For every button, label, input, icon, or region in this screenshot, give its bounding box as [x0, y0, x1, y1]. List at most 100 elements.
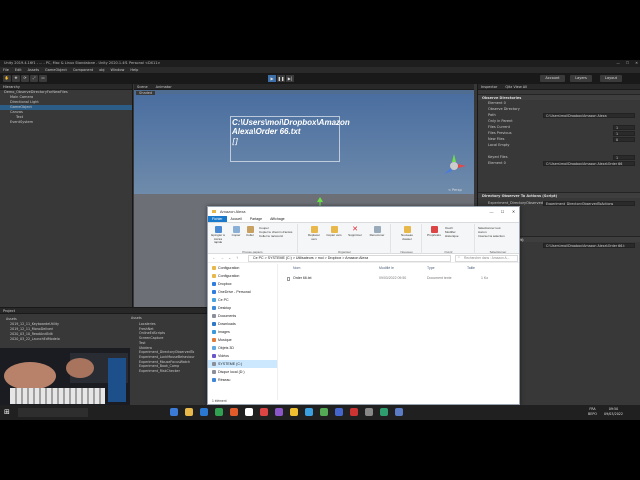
- paste-shortcut-button[interactable]: Coller le raccourci: [259, 234, 292, 238]
- invert-selection-button[interactable]: Inverser la sélection: [478, 234, 505, 238]
- nav-item[interactable]: Desktop: [208, 304, 277, 312]
- new-folder-button[interactable]: Nouveau dossier: [396, 226, 418, 241]
- search-input[interactable]: Rechercher dans : Amazon A...: [455, 255, 518, 262]
- unity-taskbar-icon[interactable]: [245, 408, 253, 416]
- copy-to-button[interactable]: Copier vers: [325, 226, 343, 238]
- nav-item[interactable]: Dropbox: [208, 280, 277, 288]
- paste-button[interactable]: Coller: [244, 226, 256, 238]
- orientation-gizmo-icon[interactable]: [442, 154, 466, 178]
- minimize-icon[interactable]: —: [486, 207, 497, 216]
- app2-taskbar-icon[interactable]: [320, 408, 328, 416]
- hand-tool-icon[interactable]: ✋: [3, 75, 11, 82]
- pin-quick-access-button[interactable]: Epingler à Accès rapide: [210, 226, 226, 245]
- nav-item[interactable]: Downloads: [208, 320, 277, 328]
- file-explorer-taskbar-icon[interactable]: [185, 408, 193, 416]
- app4-taskbar-icon[interactable]: [380, 408, 388, 416]
- history-button[interactable]: Historique: [445, 234, 459, 238]
- tab-scene[interactable]: Scene: [137, 84, 148, 90]
- inspector-field-value[interactable]: 1: [613, 124, 635, 130]
- file-row[interactable]: Order 66.txt 09/03/2022 09:50 Document t…: [283, 275, 513, 282]
- record-taskbar-icon[interactable]: [260, 408, 268, 416]
- inspector-field-value[interactable]: C:\Users\moi\Dropbox\Amazon Alexa: [543, 112, 635, 118]
- tab-qitz-view[interactable]: Qitz View All: [505, 84, 527, 90]
- app3-taskbar-icon[interactable]: [365, 408, 373, 416]
- explorer-ribbon: Epingler à Accès rapide Copier Coller Co…: [208, 222, 519, 254]
- nav-item[interactable]: Disque local (D:): [208, 368, 277, 376]
- column-header-size[interactable]: Taille: [467, 266, 475, 270]
- nav-item[interactable]: Vidéos: [208, 352, 277, 360]
- close-icon[interactable]: ✕: [635, 60, 638, 67]
- input-language[interactable]: FRA BEPO: [588, 407, 597, 416]
- minimize-icon[interactable]: —: [616, 60, 620, 67]
- column-header-type[interactable]: Type: [427, 266, 435, 270]
- pause-icon[interactable]: ❚❚: [277, 75, 285, 82]
- app5-taskbar-icon[interactable]: [395, 408, 403, 416]
- nav-item[interactable]: SYSTEME (C:): [208, 360, 277, 368]
- nav-item[interactable]: Réseau: [208, 376, 277, 384]
- nav-item[interactable]: Musique: [208, 336, 277, 344]
- discord-taskbar-icon[interactable]: [335, 408, 343, 416]
- hierarchy-item-eventsystem[interactable]: EventSystem: [0, 120, 132, 125]
- address-bar[interactable]: Ce PC > SYSTEME (C:) > Utilisateurs > mo…: [248, 255, 451, 262]
- close-icon[interactable]: ✕: [508, 207, 519, 216]
- nav-item[interactable]: Images: [208, 328, 277, 336]
- edge-taskbar-icon[interactable]: [200, 408, 208, 416]
- nav-item[interactable]: Configuration: [208, 264, 277, 272]
- inspector-component-header[interactable]: Directory Observer To Actions (Script): [478, 192, 640, 198]
- inspector-field-value[interactable]: 0: [613, 136, 635, 142]
- maximize-icon[interactable]: ☐: [497, 207, 508, 216]
- shading-mode-dropdown[interactable]: Shaded: [136, 91, 156, 95]
- inspector-field-value[interactable]: Experiment_DirectoryObservedToActions: [543, 200, 635, 206]
- step-icon[interactable]: ▶|: [286, 75, 294, 82]
- account-button[interactable]: Account: [540, 75, 565, 82]
- inspector-field-value[interactable]: 1: [613, 130, 635, 136]
- vscode-taskbar-icon[interactable]: [305, 408, 313, 416]
- forward-icon[interactable]: →: [220, 255, 224, 260]
- taskbar-search-box[interactable]: [18, 408, 88, 417]
- nav-item[interactable]: Ce PC: [208, 296, 277, 304]
- tab-inspector[interactable]: Inspector: [481, 84, 497, 90]
- firefox-taskbar-icon[interactable]: [230, 408, 238, 416]
- asset-item[interactable]: Experiment_RiskChecker: [139, 369, 195, 374]
- up-icon[interactable]: ↑: [236, 255, 238, 260]
- move-to-button[interactable]: Déplacer vers: [305, 226, 323, 241]
- asset-item[interactable]: Experiment_LockMouseBehaviour: [139, 355, 195, 360]
- persp-label[interactable]: < Persp: [448, 188, 462, 192]
- play-icon[interactable]: ▶: [268, 75, 276, 82]
- inspector-field-value[interactable]: C:\Users\moi\Dropbox\Amazon Alexa\Order …: [543, 160, 635, 166]
- maximize-icon[interactable]: ☐: [626, 60, 629, 67]
- copy-button[interactable]: Copier: [230, 226, 242, 238]
- rename-button[interactable]: Renommer: [367, 226, 387, 238]
- nav-item[interactable]: Configuration: [208, 272, 277, 280]
- rect-tool-icon[interactable]: ▭: [39, 75, 47, 82]
- folder-taskbar-icon[interactable]: [290, 408, 298, 416]
- column-header-modified[interactable]: Modifié le: [379, 266, 394, 270]
- store-taskbar-icon[interactable]: [215, 408, 223, 416]
- nav-item[interactable]: Objets 3D: [208, 344, 277, 352]
- rotate-tool-icon[interactable]: ⟳: [21, 75, 29, 82]
- back-icon[interactable]: ←: [212, 255, 216, 260]
- inspector-field-value[interactable]: C:\Users\moi\Dropbox\Amazon Alexa\Order …: [543, 242, 635, 248]
- nav-item-label: Musique: [218, 338, 232, 342]
- folder-item[interactable]: 2020_03_22_LaunchEdModelo: [6, 337, 60, 342]
- move-tool-icon[interactable]: ✥: [12, 75, 20, 82]
- nav-item-icon: [212, 274, 216, 278]
- obs-taskbar-icon[interactable]: [350, 408, 358, 416]
- scale-tool-icon[interactable]: ⤢: [30, 75, 38, 82]
- layout-dropdown[interactable]: Layout: [600, 75, 622, 82]
- inspector-field-value[interactable]: 1: [613, 154, 635, 160]
- tab-animator[interactable]: Animator: [156, 84, 172, 90]
- copy-label: Copier: [231, 233, 241, 237]
- clock[interactable]: 09:50 09/03/2022: [604, 407, 623, 416]
- app-taskbar-icon[interactable]: [275, 408, 283, 416]
- nav-item[interactable]: OneDrive - Personal: [208, 288, 277, 296]
- delete-button[interactable]: ✕ Supprimer: [345, 226, 365, 238]
- column-header-name[interactable]: Nom: [293, 266, 300, 270]
- properties-button[interactable]: Propriétés: [425, 226, 443, 238]
- nav-item[interactable]: Documents: [208, 312, 277, 320]
- recent-locations-icon[interactable]: ⌄: [228, 255, 231, 260]
- task-view-icon[interactable]: [170, 408, 178, 416]
- layers-dropdown[interactable]: Layers: [570, 75, 592, 82]
- nav-item-label: Réseau: [218, 378, 231, 382]
- windows-start-icon[interactable]: ⊞: [4, 408, 10, 416]
